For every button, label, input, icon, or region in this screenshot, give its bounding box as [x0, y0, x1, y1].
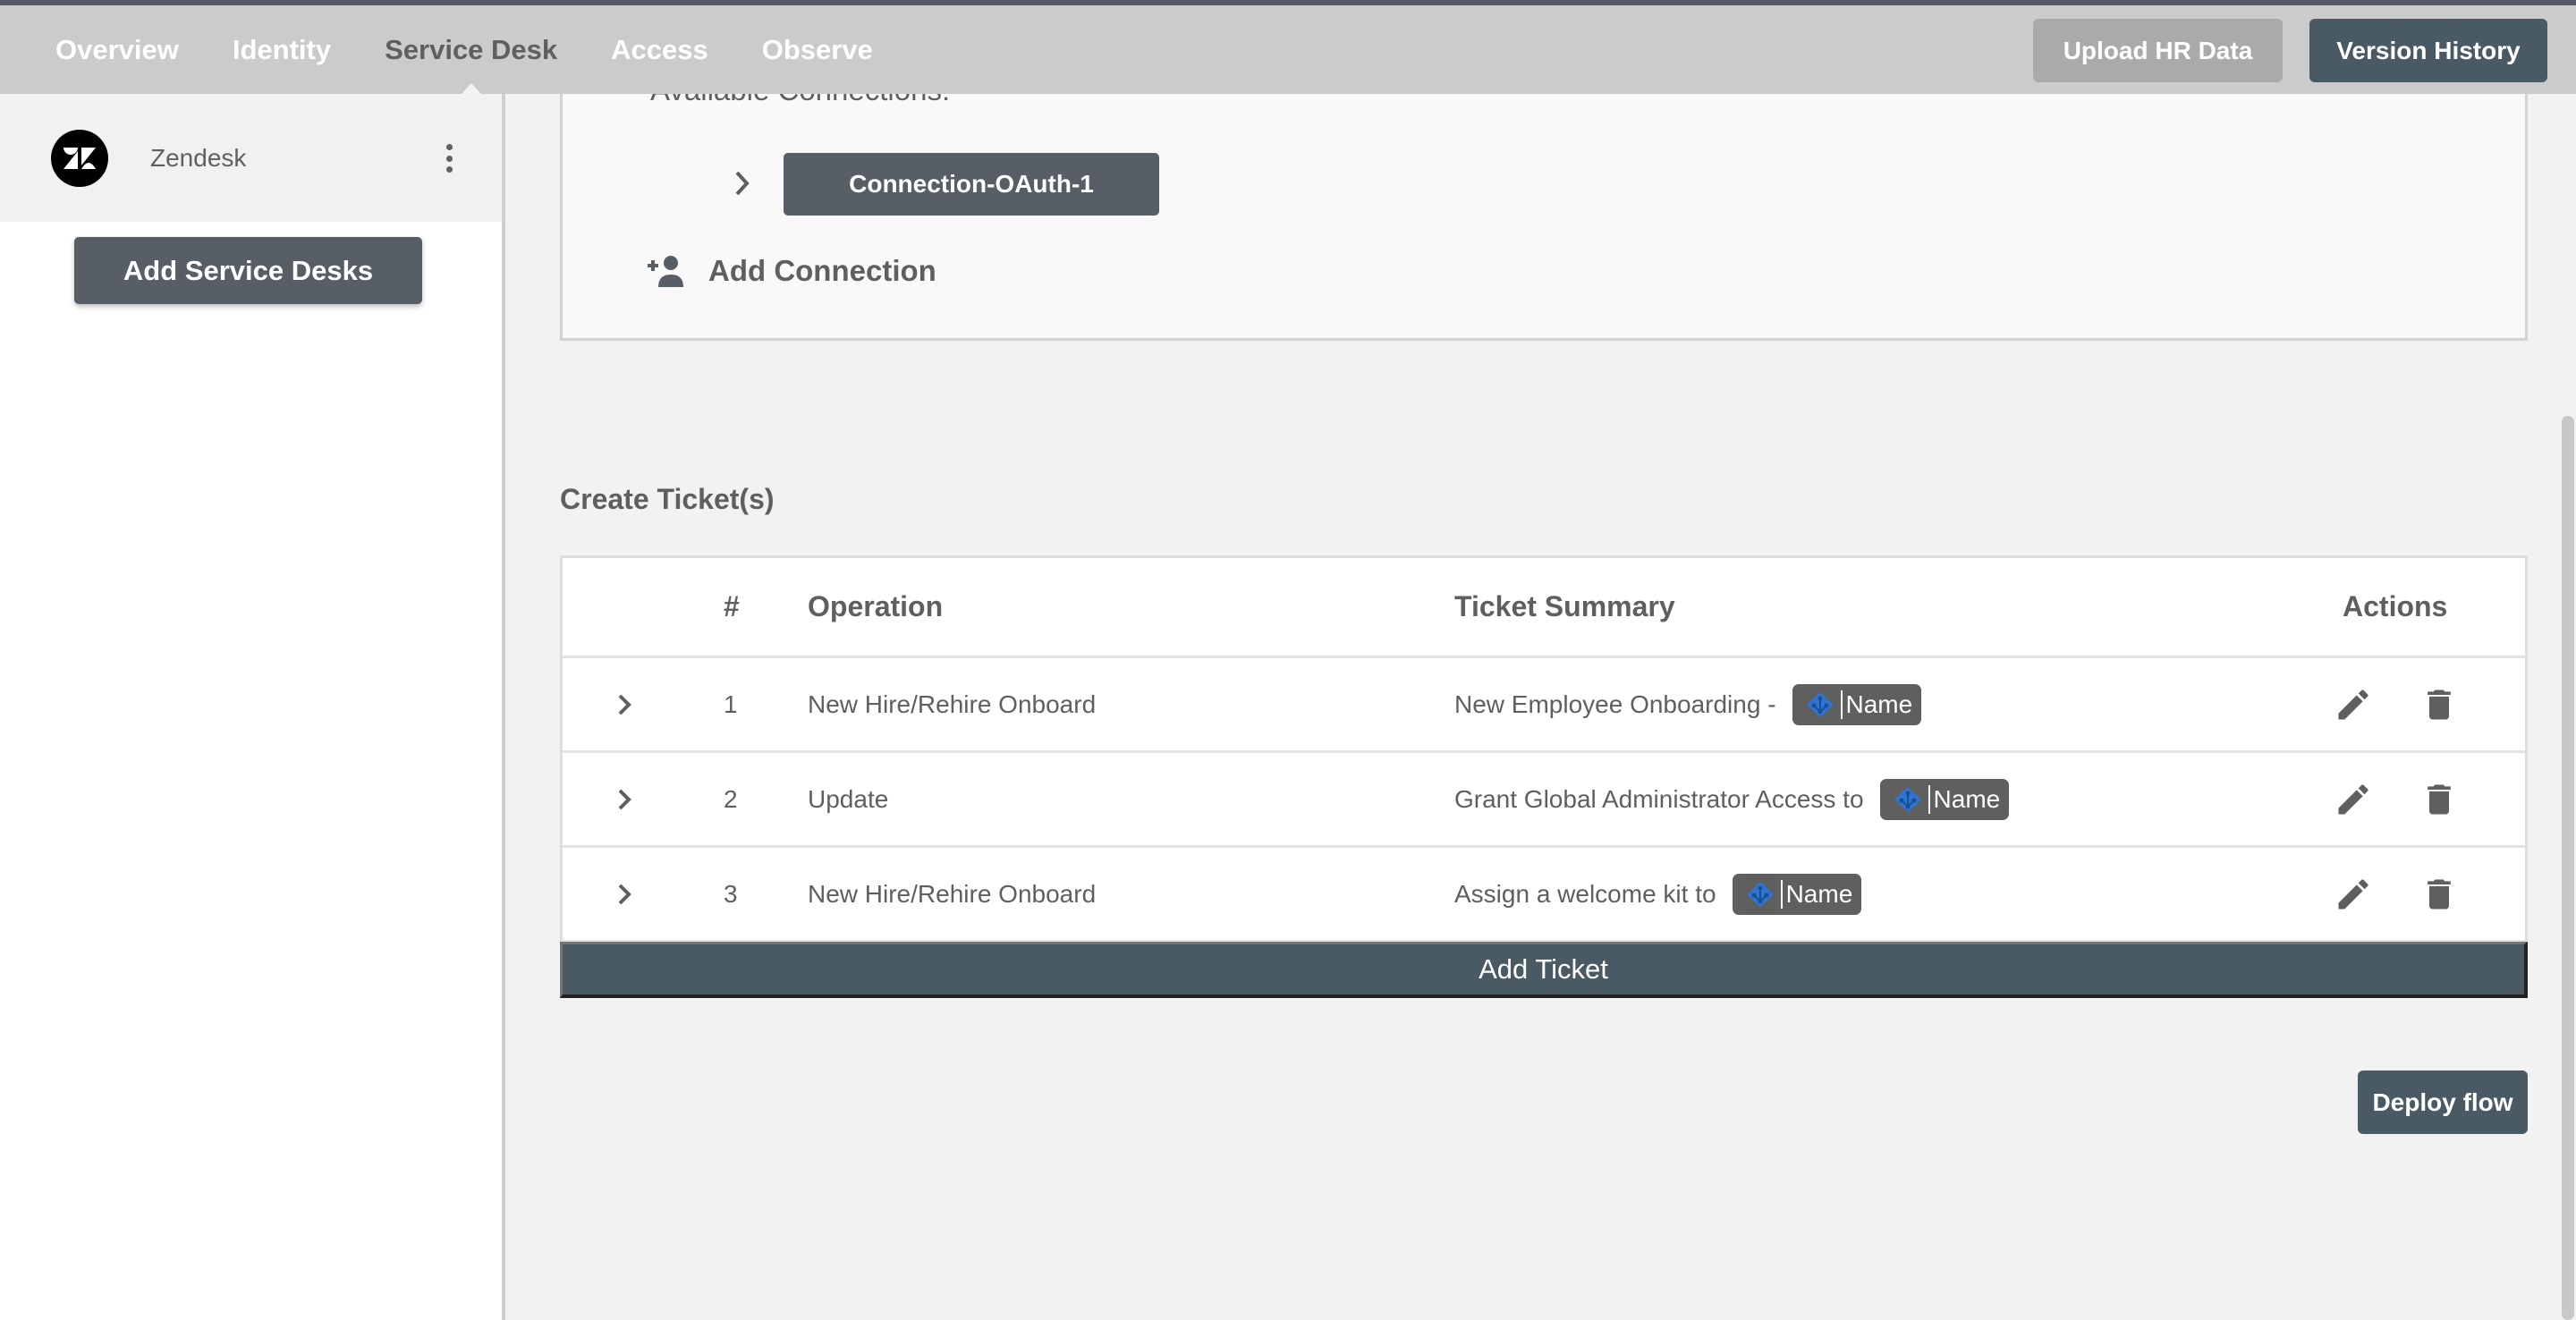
tab-access[interactable]: Access	[611, 5, 708, 94]
delete-trash-icon[interactable]	[2419, 875, 2459, 914]
add-service-desks-button[interactable]: Add Service Desks	[74, 237, 422, 304]
delete-trash-icon[interactable]	[2419, 685, 2459, 724]
deploy-flow-button[interactable]: Deploy flow	[2358, 1070, 2528, 1134]
azure-ad-icon	[1806, 691, 1834, 717]
chip-label: Name	[1933, 784, 2001, 813]
tickets-table: # Operation Ticket Summary Actions 1 New…	[560, 555, 2528, 943]
person-add-icon	[648, 256, 683, 287]
edit-pencil-icon[interactable]	[2334, 780, 2373, 819]
tab-identity[interactable]: Identity	[233, 5, 331, 94]
service-desk-name: Zendesk	[150, 143, 247, 172]
row-summary: New Employee Onboarding - Name	[1454, 658, 1922, 750]
attribute-chip[interactable]: Name	[1732, 873, 1862, 915]
table-row: 1 New Hire/Rehire Onboard New Employee O…	[563, 658, 2525, 753]
azure-ad-icon	[1746, 881, 1774, 907]
scrollbar-thumb[interactable]	[2562, 416, 2574, 1320]
add-connection-button[interactable]: Add Connection	[646, 249, 936, 293]
table-row: 3 New Hire/Rehire Onboard Assign a welco…	[563, 848, 2525, 943]
expand-row-button[interactable]	[613, 658, 640, 750]
header-actions: Actions	[2343, 590, 2448, 622]
chip-label: Name	[1785, 879, 1853, 908]
azure-ad-icon	[1894, 786, 1921, 812]
delete-trash-icon[interactable]	[2419, 780, 2459, 819]
row-number: 2	[724, 784, 738, 813]
service-desk-sidebar: Zendesk Add Service Desks	[0, 94, 505, 1320]
row-operation: New Hire/Rehire Onboard	[808, 690, 1097, 718]
chevron-right-icon	[618, 694, 631, 715]
tab-label: Access	[611, 33, 708, 65]
header-num: #	[724, 590, 740, 622]
chip-divider	[1780, 879, 1783, 909]
row-operation: New Hire/Rehire Onboard	[808, 879, 1097, 908]
add-connection-label: Add Connection	[708, 254, 936, 287]
connection-button[interactable]: Connection-OAuth-1	[784, 153, 1159, 216]
expand-row-button[interactable]	[613, 848, 640, 940]
chip-label: Name	[1845, 690, 1913, 718]
add-ticket-button[interactable]: Add Ticket	[560, 942, 2528, 998]
expand-row-button[interactable]	[613, 753, 640, 845]
chevron-right-icon	[618, 884, 631, 904]
row-number: 3	[724, 879, 738, 908]
tab-service-desk[interactable]: Service Desk	[385, 5, 557, 94]
attribute-chip[interactable]: Name	[1792, 683, 1922, 725]
tab-label: Identity	[232, 33, 332, 65]
nav-tabs: Overview Identity Service Desk Access Ob…	[55, 5, 927, 94]
tab-label: Overview	[55, 33, 179, 65]
chip-divider	[1928, 784, 1930, 814]
tab-observe[interactable]: Observe	[762, 5, 873, 94]
row-summary: Assign a welcome kit to Name	[1454, 848, 1862, 940]
chevron-right-icon	[618, 789, 631, 809]
upload-hr-data-button[interactable]: Upload HR Data	[2033, 19, 2283, 82]
tab-overview[interactable]: Overview	[55, 5, 179, 94]
sidebar-item-zendesk[interactable]: Zendesk	[0, 94, 502, 222]
summary-text: New Employee Onboarding -	[1454, 690, 1776, 718]
row-summary: Grant Global Administrator Access to Nam…	[1454, 753, 2010, 845]
row-operation: Update	[808, 784, 889, 813]
tab-label: Observe	[761, 33, 873, 65]
edit-pencil-icon[interactable]	[2334, 875, 2373, 914]
edit-pencil-icon[interactable]	[2334, 685, 2373, 724]
top-navbar: Overview Identity Service Desk Access Ob…	[0, 5, 2576, 94]
chevron-right-icon[interactable]	[729, 165, 756, 201]
header-operation: Operation	[808, 590, 944, 622]
row-number: 1	[724, 690, 738, 718]
summary-text: Assign a welcome kit to	[1454, 879, 1716, 908]
create-tickets-title: Create Ticket(s)	[560, 483, 775, 515]
version-history-button[interactable]: Version History	[2309, 19, 2547, 82]
more-vert-icon[interactable]	[440, 140, 458, 176]
active-tab-caret-icon	[461, 83, 481, 94]
attribute-chip[interactable]: Name	[1879, 778, 2010, 820]
chip-divider	[1840, 690, 1843, 719]
tab-label: Service Desk	[385, 33, 558, 65]
zendesk-logo-icon	[51, 130, 108, 187]
table-row: 2 Update Grant Global Administrator Acce…	[563, 753, 2525, 848]
table-header: # Operation Ticket Summary Actions	[563, 558, 2525, 658]
header-ticket-summary: Ticket Summary	[1454, 590, 1675, 622]
summary-text: Grant Global Administrator Access to	[1454, 784, 1864, 813]
